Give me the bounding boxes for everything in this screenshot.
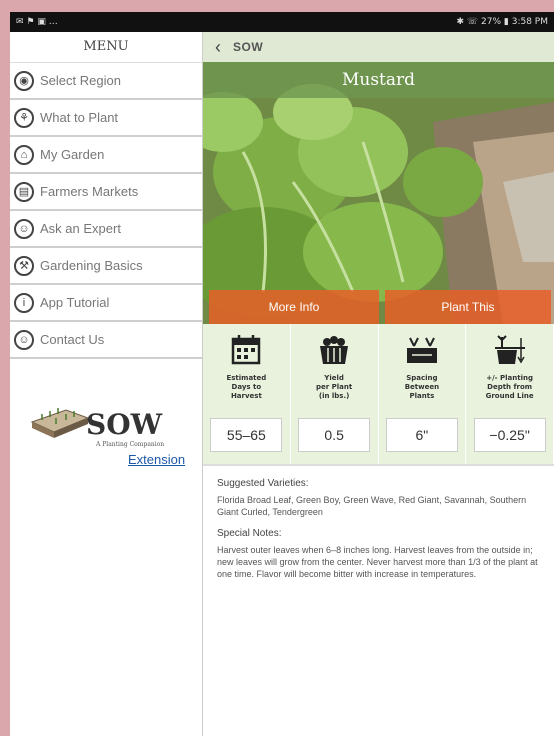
sidebar-item-app-tutorial[interactable]: i App Tutorial — [10, 285, 202, 322]
stat-label: +/- Planting Depth from Ground Line — [485, 374, 534, 400]
stat-label: Spacing Between Plants — [404, 374, 440, 400]
sidebar-item-my-garden[interactable]: ⌂ My Garden — [10, 137, 202, 174]
contact-icon: ☺ — [14, 329, 34, 350]
depth-icon — [494, 335, 525, 364]
plant-this-button[interactable]: Plant This — [385, 290, 551, 324]
tools-icon: ⚒ — [14, 255, 34, 276]
plant-title: Mustard — [203, 62, 554, 98]
back-chevron-icon[interactable]: ‹ — [203, 37, 233, 58]
expert-icon: ☺ — [14, 218, 34, 239]
stat-label: Yield per Plant (in lbs.) — [316, 374, 353, 400]
sidebar-item-label: Contact Us — [40, 332, 105, 347]
stat-yield-per-plant: Yield per Plant (in lbs.) 0.5 — [290, 324, 379, 464]
top-bar: ‹ SOW — [203, 32, 554, 62]
plant-hero: Mustard More Info Plant This — [203, 62, 554, 324]
logo-brand: SOW — [86, 408, 163, 441]
main-panel: ‹ SOW Mustard More Info Plant This Estim… — [203, 32, 554, 736]
status-bar: ✉ ⚑ ▣ … ✱ ☏ 27% ▮ 3:58 PM — [10, 12, 554, 32]
varieties-heading: Suggested Varieties: — [217, 478, 309, 489]
calendar-icon — [232, 335, 261, 365]
sidebar-item-label: App Tutorial — [40, 295, 110, 310]
sidebar-item-select-region[interactable]: ◉ Select Region — [10, 63, 202, 100]
plant-stats: Estimated Days to Harvest 55–65 Yield pe… — [203, 324, 554, 466]
sidebar-item-label: My Garden — [40, 147, 105, 162]
stat-days-to-harvest: Estimated Days to Harvest 55–65 — [203, 324, 291, 464]
mustard-photo — [203, 62, 554, 324]
special-notes-text: Harvest outer leaves when 6–8 inches lon… — [217, 545, 538, 579]
sidebar-item-gardening-basics[interactable]: ⚒ Gardening Basics — [10, 248, 202, 285]
sidebar-item-contact-us[interactable]: ☺ Contact Us — [10, 322, 202, 359]
garden-icon: ⌂ — [14, 144, 34, 165]
stat-spacing-between-plants: Spacing Between Plants 6" — [378, 324, 467, 464]
location-pin-icon: ◉ — [14, 70, 34, 91]
bushel-icon — [320, 336, 349, 364]
seedling-icon: ⚘ — [14, 107, 34, 128]
stat-planting-depth: +/- Planting Depth from Ground Line −0.2… — [466, 324, 554, 464]
stat-value: 0.5 — [298, 418, 371, 452]
sidebar-item-label: What to Plant — [40, 110, 119, 125]
status-right: ✱ ☏ 27% ▮ 3:58 PM — [456, 17, 548, 27]
sow-logo: SOW A Planting Companion — [30, 408, 164, 448]
stat-value: −0.25" — [473, 418, 546, 452]
sidebar-item-ask-an-expert[interactable]: ☺ Ask an Expert — [10, 211, 202, 248]
menu-title: MENU — [10, 32, 202, 63]
logo-tagline: A Planting Companion — [95, 441, 164, 448]
sidebar-item-label: Ask an Expert — [40, 221, 121, 236]
info-icon: i — [14, 292, 34, 313]
spacing-icon — [406, 337, 437, 363]
status-left: ✉ ⚑ ▣ … — [16, 17, 58, 27]
sidebar-item-label: Select Region — [40, 73, 121, 88]
plant-notes: Suggested Varieties: Florida Broad Leaf,… — [203, 466, 554, 592]
device-screen: ✉ ⚑ ▣ … ✱ ☏ 27% ▮ 3:58 PM MENU ◉ Select … — [10, 12, 554, 736]
extension-link[interactable]: Extension — [128, 452, 185, 467]
sidebar-item-what-to-plant[interactable]: ⚘ What to Plant — [10, 100, 202, 137]
sidebar-item-label: Farmers Markets — [40, 184, 139, 199]
sidebar-menu: MENU ◉ Select Region ⚘ What to Plant ⌂ M… — [10, 32, 203, 736]
stat-value: 6" — [385, 418, 458, 452]
sidebar-item-label: Gardening Basics — [40, 258, 143, 273]
stat-label: Estimated Days to Harvest — [226, 374, 267, 400]
basket-icon: ▤ — [14, 181, 34, 202]
breadcrumb: SOW — [233, 40, 264, 54]
more-info-button[interactable]: More Info — [209, 290, 379, 324]
stat-value: 55–65 — [210, 418, 283, 452]
varieties-text: Florida Broad Leaf, Green Boy, Green Wav… — [217, 495, 527, 517]
sidebar-item-farmers-markets[interactable]: ▤ Farmers Markets — [10, 174, 202, 211]
special-notes-heading: Special Notes: — [217, 528, 282, 539]
